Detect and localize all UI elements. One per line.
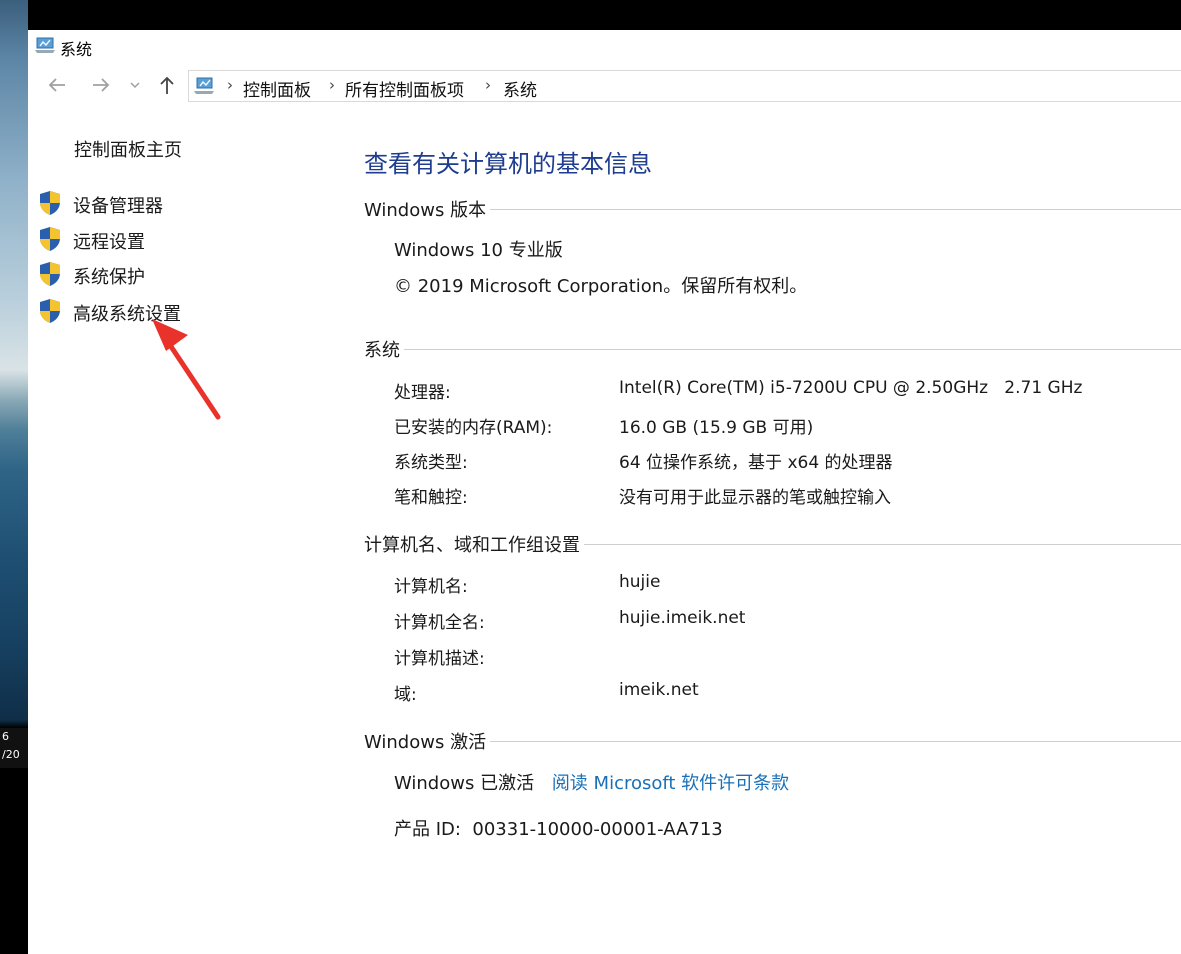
activation-status-row: Windows 已激活 阅读 Microsoft 软件许可条款 [394,769,789,795]
license-terms-link[interactable]: 阅读 Microsoft 软件许可条款 [552,773,789,794]
sidebar-item-label: 远程设置 [73,232,145,253]
annotation-arrow-icon [152,319,221,420]
back-button[interactable] [44,74,70,100]
sidebar-item-label: 系统保护 [73,267,145,288]
divider [404,348,1181,350]
ram-value: 16.0 GB (15.9 GB 可用) [619,418,814,438]
sidebar-item-label: 设备管理器 [73,196,163,217]
processor-label: 处理器: [394,383,451,403]
uac-shield-icon [40,191,60,215]
chevron-right-icon[interactable]: › [485,76,491,94]
domain-value: imeik.net [619,680,699,700]
main-content: 查看有关计算机的基本信息 Windows 版本 Windows 10 专业版 ©… [364,130,1181,930]
sidebar: 控制面板主页 设备管理器 远程设置 系统保护 高级系统设置 [28,106,348,506]
window-title: 系统 [60,40,93,59]
domain-label: 域: [394,685,417,705]
section-windows-edition: Windows 版本 [364,198,1181,221]
screen-top-bar [0,0,1181,30]
section-title: Windows 激活 [364,732,487,753]
section-system: 系统 [364,338,1181,361]
chevron-right-icon[interactable]: › [329,76,335,94]
processor-value: Intel(R) Core(TM) i5-7200U CPU @ 2.50GHz… [619,378,1083,398]
chevron-right-icon[interactable]: › [227,76,233,94]
product-id: 产品 ID: 00331-10000-00001-AA713 [394,819,723,840]
section-computer-name: 计算机名、域和工作组设置 [364,533,1181,556]
breadcrumb-all-items[interactable]: 所有控制面板项 [345,76,464,101]
forward-button[interactable] [88,74,114,100]
system-type-label: 系统类型: [394,453,468,473]
full-name-label: 计算机全名: [394,613,485,633]
ram-label: 已安装的内存(RAM): [394,418,553,438]
description-label: 计算机描述: [394,649,485,669]
arrow-right-icon [93,78,110,92]
desktop-wallpaper: 6 /20 [0,0,28,954]
breadcrumb-control-panel[interactable]: 控制面板 [243,76,311,101]
up-button[interactable] [154,74,180,100]
edition-name: Windows 10 专业版 [394,240,563,261]
computer-icon [35,37,55,53]
divider [584,543,1181,545]
title-bar[interactable]: 系统 [28,30,1181,64]
page-title: 查看有关计算机的基本信息 [364,150,652,178]
breadcrumb-system[interactable]: 系统 [503,76,537,101]
clock-line-2: /20 [2,748,20,761]
computer-name-value: hujie [619,572,661,592]
system-window: 系统 › 控制面板 › 所有控制面板项 › 系统 控制面板主页 设备管理器 远程… [28,30,1181,954]
pen-touch-value: 没有可用于此显示器的笔或触控输入 [619,488,891,508]
navigation-bar: › 控制面板 › 所有控制面板项 › 系统 [28,70,1181,106]
address-bar[interactable]: › 控制面板 › 所有控制面板项 › 系统 [188,70,1181,102]
uac-shield-icon [40,299,60,323]
taskbar-clock[interactable]: 6 /20 [0,728,28,768]
control-panel-home-link[interactable]: 控制面板主页 [74,136,182,162]
section-title: Windows 版本 [364,200,487,221]
clock-line-1: 6 [2,730,9,743]
recent-locations-button[interactable] [126,74,144,100]
full-name-value: hujie.imeik.net [619,608,746,628]
computer-name-label: 计算机名: [394,577,468,597]
section-title: 系统 [364,340,400,361]
divider [490,740,1181,742]
control-panel-icon [194,77,214,94]
section-title: 计算机名、域和工作组设置 [364,535,580,556]
system-type-value: 64 位操作系统，基于 x64 的处理器 [619,453,893,473]
section-activation: Windows 激活 [364,730,1181,753]
divider [490,208,1181,210]
arrow-left-icon [48,78,65,92]
copyright-text: © 2019 Microsoft Corporation。保留所有权利。 [394,276,808,297]
uac-shield-icon [40,262,60,286]
chevron-down-icon [130,82,140,89]
activation-status: Windows 已激活 [394,773,535,794]
pen-touch-label: 笔和触控: [394,488,468,508]
arrow-up-icon [160,76,174,94]
uac-shield-icon [40,227,60,251]
